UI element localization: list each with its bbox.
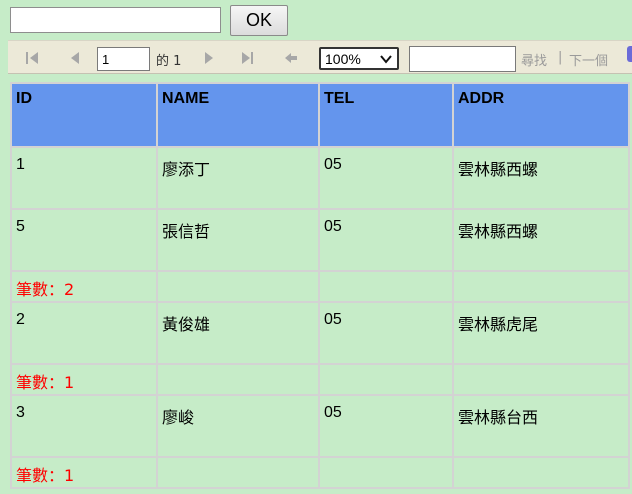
header-addr: ADDR — [452, 82, 630, 148]
table-row: 1 廖添丁 05 雲林縣西螺 — [10, 146, 630, 210]
empty-cell — [452, 456, 630, 489]
empty-cell — [318, 456, 454, 489]
cell-id: 3 — [10, 394, 158, 458]
prev-page-icon[interactable] — [64, 41, 86, 75]
table-row: 5 張信哲 05 雲林縣西螺 — [10, 208, 630, 272]
group-count-row: 筆數：1 — [10, 456, 630, 489]
find-input[interactable] — [409, 46, 516, 72]
empty-cell — [318, 363, 454, 396]
header-name: NAME — [156, 82, 320, 148]
header-tel: TEL — [318, 82, 454, 148]
empty-cell — [156, 456, 320, 489]
cell-tel: 05 — [318, 146, 454, 210]
ok-button[interactable]: OK — [230, 5, 288, 36]
toolbar-edge-icon — [627, 46, 632, 62]
cell-tel: 05 — [318, 301, 454, 365]
last-page-icon[interactable] — [236, 41, 258, 75]
zoom-value: 100% — [325, 50, 361, 67]
cell-id: 5 — [10, 208, 158, 272]
group-count-row: 筆數：1 — [10, 363, 630, 396]
cell-tel: 05 — [318, 208, 454, 272]
top-bar: OK — [0, 0, 632, 40]
header-id: ID — [10, 82, 158, 148]
cell-addr: 雲林縣虎尾 — [452, 301, 630, 365]
empty-cell — [156, 270, 320, 303]
cell-name: 廖添丁 — [156, 146, 320, 210]
cell-addr: 雲林縣西螺 — [452, 208, 630, 272]
group-count: 筆數：1 — [10, 456, 158, 489]
page-count-label: 的 1 — [156, 54, 182, 69]
cell-id: 1 — [10, 146, 158, 210]
table-row: 2 黃俊雄 05 雲林縣虎尾 — [10, 301, 630, 365]
report-toolbar: 的 1 100% 尋找 | 下一個 — [8, 40, 632, 74]
next-page-icon[interactable] — [198, 41, 220, 75]
separator: | — [558, 50, 563, 65]
empty-cell — [452, 363, 630, 396]
empty-cell — [452, 270, 630, 303]
cell-name: 黃俊雄 — [156, 301, 320, 365]
find-link[interactable]: 尋找 — [521, 50, 547, 69]
back-icon[interactable] — [280, 41, 302, 75]
cell-addr: 雲林縣台西 — [452, 394, 630, 458]
group-count-row: 筆數：2 — [10, 270, 630, 303]
table-row: 3 廖峻 05 雲林縣台西 — [10, 394, 630, 458]
empty-cell — [318, 270, 454, 303]
cell-addr: 雲林縣西螺 — [452, 146, 630, 210]
cell-tel: 05 — [318, 394, 454, 458]
cell-id: 2 — [10, 301, 158, 365]
zoom-select[interactable]: 100% — [319, 47, 399, 70]
group-count: 筆數：1 — [10, 363, 158, 396]
first-page-icon[interactable] — [22, 41, 44, 75]
find-next-link[interactable]: 下一個 — [569, 50, 608, 69]
cell-name: 廖峻 — [156, 394, 320, 458]
empty-cell — [156, 363, 320, 396]
group-count: 筆數：2 — [10, 270, 158, 303]
chevron-down-icon — [379, 52, 393, 69]
data-table: ID NAME TEL ADDR 1 廖添丁 05 雲林縣西螺 5 張信哲 05… — [10, 82, 630, 489]
table-header-row: ID NAME TEL ADDR — [10, 82, 630, 148]
page-number-input[interactable] — [97, 47, 150, 71]
cell-name: 張信哲 — [156, 208, 320, 272]
search-input[interactable] — [10, 7, 221, 33]
